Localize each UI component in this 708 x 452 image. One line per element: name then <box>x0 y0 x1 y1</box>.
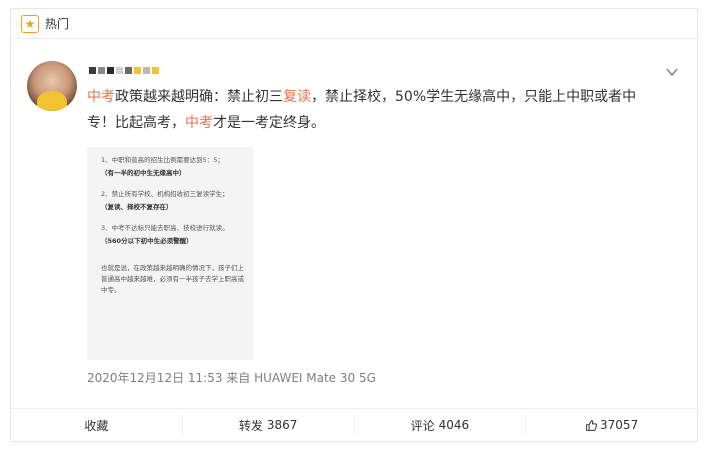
post-text: 中考政策越来越明确：禁止初三复读，禁止择校，50%学生无缘高中，只能上中职或者中… <box>87 84 657 136</box>
weibo-card: ★ 热门 中考政策越来越明确：禁止初三复读，禁止择校，50%学生无缘高中，只能上… <box>10 8 698 442</box>
image-summary: 也就是说，在政策越来越明确的情况下，孩子们上普通高中越来越难，必须有一半孩子去学… <box>101 264 244 294</box>
keyword-link[interactable]: 复读 <box>283 89 311 105</box>
hot-bar: ★ 热门 <box>11 9 697 39</box>
like-count: 37057 <box>600 418 639 432</box>
like-button[interactable]: 37057 <box>526 415 697 435</box>
action-bar: 收藏 转发 3867 评论 4046 37057 <box>11 408 697 441</box>
username-mosaic[interactable] <box>89 61 159 79</box>
repost-button[interactable]: 转发 3867 <box>183 415 355 435</box>
image-item-3: 3、中考不达标只能去职高、技校进行就读。 <box>101 224 229 232</box>
hot-label: 热门 <box>45 17 70 31</box>
image-item-1-note: （有一半的初中生无缘高中） <box>101 169 186 177</box>
text-segment: 政策越来越明确：禁止初三 <box>115 89 283 105</box>
favorite-button[interactable]: 收藏 <box>11 415 183 435</box>
avatar[interactable] <box>27 61 77 111</box>
chevron-down-icon[interactable] <box>665 65 679 79</box>
image-item-2-note: （复读、择校不复存在） <box>101 203 173 211</box>
hashtag-link[interactable]: 中考 <box>87 89 115 105</box>
star-icon: ★ <box>21 14 39 33</box>
repost-label: 转发 <box>238 418 263 433</box>
comment-count: 4046 <box>438 418 470 432</box>
text-segment: 才是一考定终身。 <box>213 115 325 131</box>
favorite-label: 收藏 <box>84 418 109 433</box>
keyword-link[interactable]: 中考 <box>185 115 213 131</box>
thumbs-up-icon <box>586 419 598 431</box>
image-item-1: 1、中职和普高的招生比例需要达到5：5； <box>101 156 224 164</box>
post-meta: 2020年12月12日 11:53 来自 HUAWEI Mate 30 5G <box>87 371 376 385</box>
comment-button[interactable]: 评论 4046 <box>355 415 527 435</box>
repost-count: 3867 <box>266 418 298 432</box>
post-image[interactable]: 1、中职和普高的招生比例需要达到5：5； （有一半的初中生无缘高中） 2、禁止所… <box>87 147 253 360</box>
comment-label: 评论 <box>410 418 435 433</box>
image-item-3-note: （560分以下初中生必须警醒） <box>101 237 193 245</box>
image-item-2: 2、禁止所有学校、机构招收初三复读学生； <box>101 190 229 198</box>
